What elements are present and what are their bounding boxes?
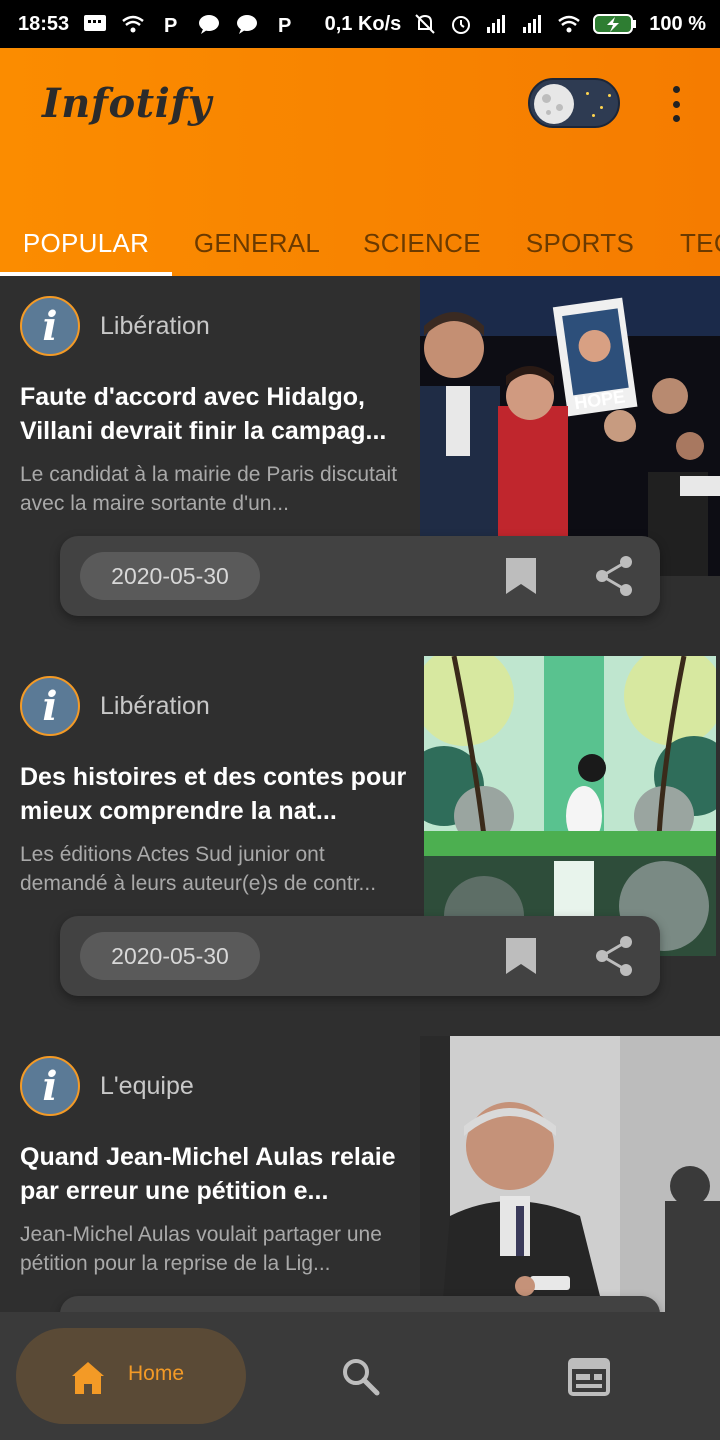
source-avatar: i bbox=[20, 676, 80, 736]
night-mode-toggle[interactable] bbox=[528, 78, 620, 128]
moon-icon bbox=[534, 84, 574, 124]
tab-popular[interactable]: POPULAR bbox=[0, 210, 172, 276]
home-icon bbox=[72, 1362, 104, 1394]
date-chip: 2020-05-30 bbox=[80, 552, 260, 600]
source-name: Libération bbox=[100, 312, 210, 340]
article-title[interactable]: Des histoires et des contes pour mieux c… bbox=[20, 760, 410, 828]
app-screen: 18:53 P P 0,1 Ko/s 100 % Infotify POPULA… bbox=[0, 0, 720, 1440]
tab-tech[interactable]: TEC bbox=[658, 210, 720, 276]
tab-general[interactable]: GENERAL bbox=[172, 210, 342, 276]
share-icon[interactable] bbox=[592, 554, 636, 598]
signal-icon bbox=[523, 15, 542, 33]
article-description: Le candidat à la mairie de Paris discuta… bbox=[20, 463, 398, 515]
source-name: Libération bbox=[100, 692, 210, 720]
network-speed: 0,1 Ko/s bbox=[324, 12, 402, 35]
article-card[interactable]: i Libération Faute d'accord avec Hidalgo… bbox=[0, 276, 720, 656]
article-actions: 2020-05-30 bbox=[60, 536, 660, 616]
nav-home-label: Home bbox=[128, 1362, 185, 1385]
alarm-icon bbox=[452, 16, 471, 34]
article-image[interactable] bbox=[420, 1036, 720, 1336]
bottom-navigation: Home bbox=[0, 1312, 720, 1440]
article-image[interactable]: HOPE bbox=[420, 276, 720, 576]
more-vert-icon[interactable] bbox=[664, 86, 688, 122]
tab-science[interactable]: SCIENCE bbox=[342, 210, 502, 276]
feed-icon[interactable] bbox=[568, 1358, 610, 1396]
chat-icon bbox=[199, 15, 220, 34]
app-bar: Infotify POPULAR GENERAL SCIENCE SPORTS … bbox=[0, 48, 720, 276]
source-name: L'equipe bbox=[100, 1072, 194, 1100]
chat-icon bbox=[237, 15, 258, 34]
share-icon[interactable] bbox=[592, 934, 636, 978]
message-icon bbox=[84, 15, 107, 31]
article-title[interactable]: Quand Jean-Michel Aulas relaie par erreu… bbox=[20, 1140, 410, 1208]
category-tabs: POPULAR GENERAL SCIENCE SPORTS TEC bbox=[0, 210, 720, 276]
svg-text:P: P bbox=[278, 15, 291, 35]
battery-charging-icon bbox=[593, 14, 637, 34]
mute-icon bbox=[415, 14, 435, 34]
article-image[interactable] bbox=[424, 656, 716, 956]
bookmark-icon[interactable] bbox=[504, 936, 538, 976]
source-avatar: i bbox=[20, 1056, 80, 1116]
signal-icon bbox=[487, 15, 506, 33]
svg-text:P: P bbox=[164, 15, 177, 35]
source-avatar: i bbox=[20, 296, 80, 356]
article-title[interactable]: Faute d'accord avec Hidalgo, Villani dev… bbox=[20, 380, 410, 448]
article-description: Jean-Michel Aulas voulait partager une p… bbox=[20, 1223, 382, 1275]
status-bar: 18:53 P P 0,1 Ko/s 100 % bbox=[0, 0, 720, 48]
bookmark-icon[interactable] bbox=[504, 556, 538, 596]
article-card[interactable]: i Libération Des histoires et des contes… bbox=[0, 656, 720, 1036]
battery-level: 100 % bbox=[649, 12, 706, 35]
wifi-icon bbox=[558, 15, 581, 33]
search-icon[interactable] bbox=[340, 1356, 380, 1396]
p-icon: P bbox=[164, 15, 177, 35]
nav-home[interactable]: Home bbox=[16, 1328, 246, 1424]
date-chip: 2020-05-30 bbox=[80, 932, 260, 980]
article-description: Les éditions Actes Sud junior ont demand… bbox=[20, 843, 377, 895]
tab-sports[interactable]: SPORTS bbox=[502, 210, 658, 276]
article-actions: 2020-05-30 bbox=[60, 916, 660, 996]
p-icon: P bbox=[278, 15, 291, 35]
status-time: 18:53 bbox=[18, 12, 70, 35]
app-logo: Infotify bbox=[42, 80, 212, 127]
wifi-icon bbox=[122, 15, 144, 33]
